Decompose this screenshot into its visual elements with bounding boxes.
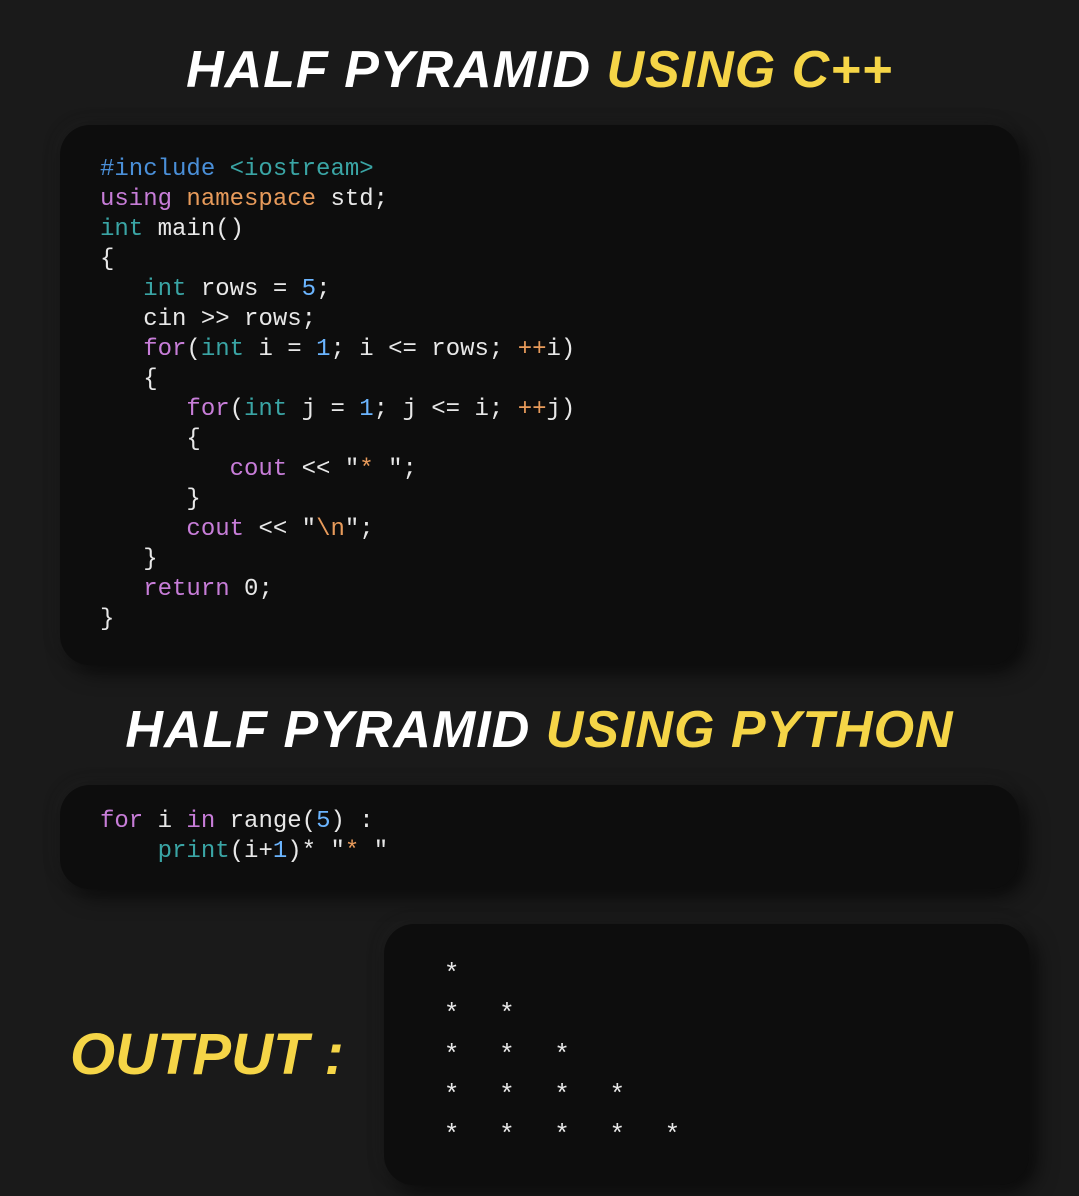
output-label: OUTPUT : xyxy=(70,1021,344,1088)
python-code-block: for i in range(5) : print(i+1)* "* " xyxy=(60,785,1019,889)
cpp-code-block: #include <iostream> using namespace std;… xyxy=(60,125,1019,665)
python-code: for i in range(5) : print(i+1)* "* " xyxy=(100,807,979,867)
output-text: * * * * * * * * * * * * * * * xyxy=(444,954,969,1155)
title-part2: USING C++ xyxy=(606,41,892,99)
title-part1: HALF PYRAMID xyxy=(186,41,606,99)
output-block: * * * * * * * * * * * * * * * xyxy=(384,924,1029,1185)
title2-part1: HALF PYRAMID xyxy=(125,701,545,759)
cpp-code: #include <iostream> using namespace std;… xyxy=(100,155,979,635)
title-cpp: HALF PYRAMID USING C++ xyxy=(50,40,1029,100)
title2-part2: USING PYTHON xyxy=(546,701,954,759)
title-python: HALF PYRAMID USING PYTHON xyxy=(50,700,1029,760)
output-section: OUTPUT : * * * * * * * * * * * * * * * xyxy=(50,924,1029,1185)
